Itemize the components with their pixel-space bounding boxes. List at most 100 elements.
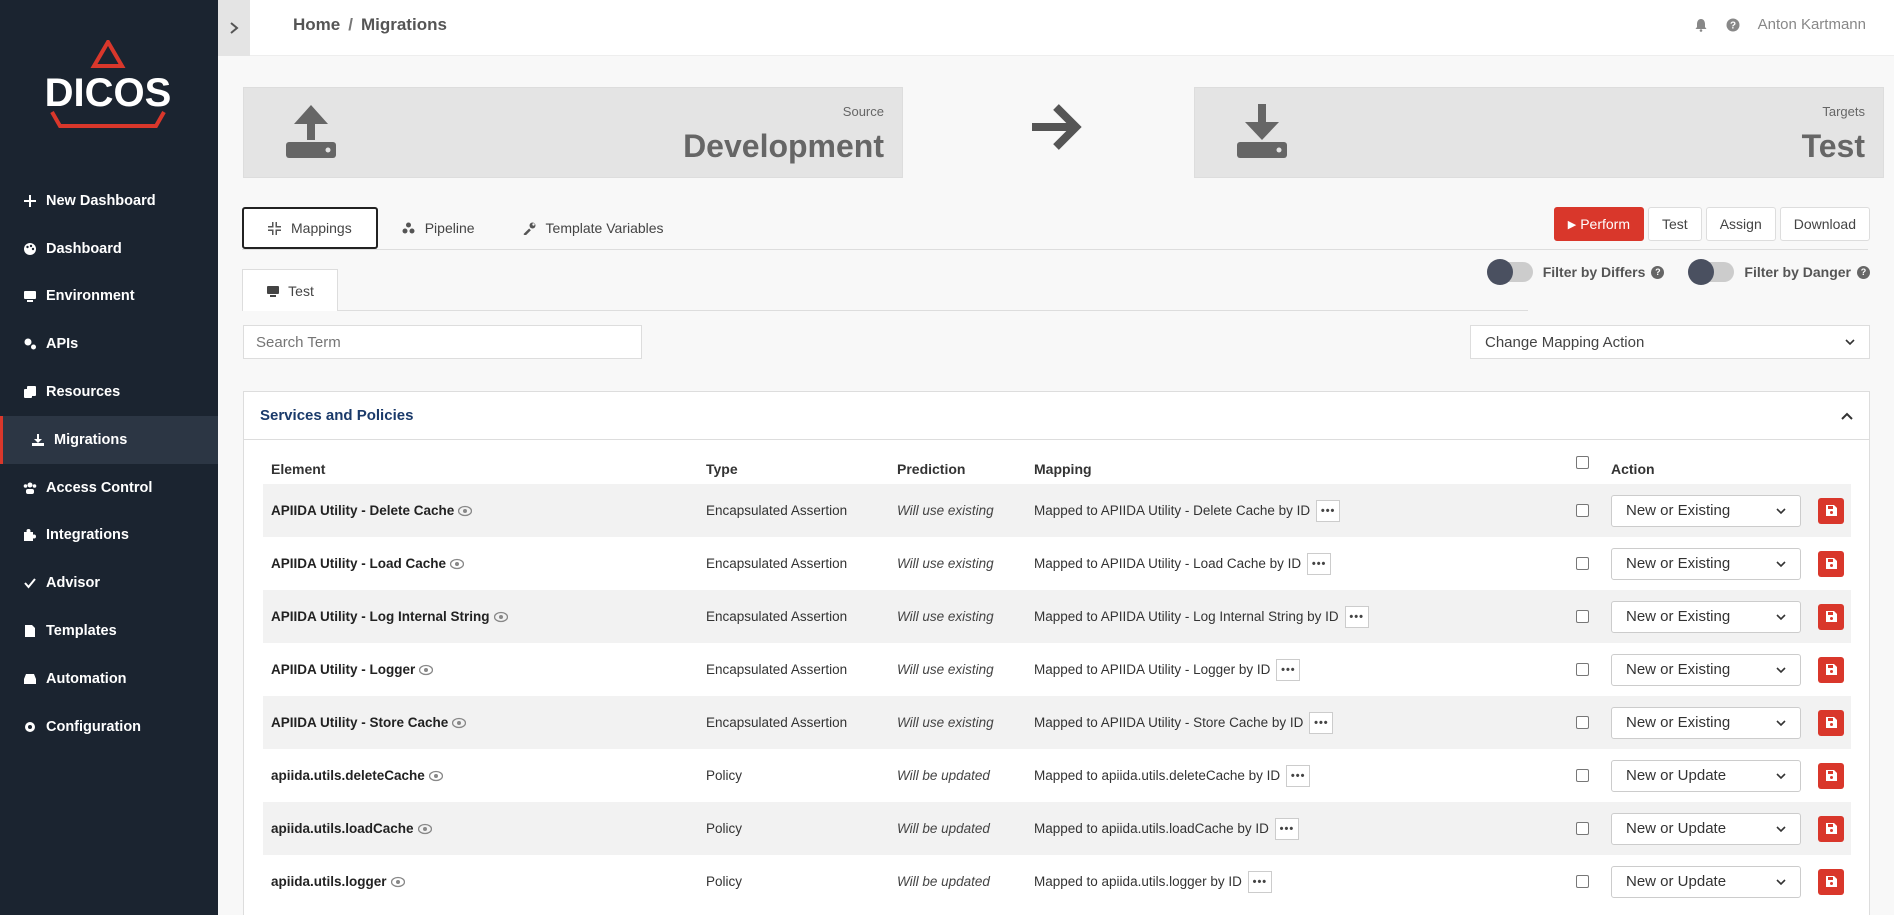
sidebar-item-environment[interactable]: Environment [0, 273, 218, 321]
element-name[interactable]: APIIDA Utility - Delete Cache [271, 484, 473, 537]
mapping-cell: Mapped to APIIDA Utility - Log Internal … [1034, 590, 1369, 643]
table-row: apiida.utils.deleteCache Policy Will be up… [263, 749, 1851, 802]
row-checkbox[interactable] [1576, 590, 1589, 643]
save-button[interactable] [1818, 643, 1844, 696]
filter-differs-toggle[interactable] [1486, 259, 1533, 285]
sidebar-item-advisor[interactable]: Advisor [0, 559, 218, 607]
bell-icon[interactable] [1694, 18, 1708, 32]
perform-button[interactable]: ▶ Perform [1553, 207, 1645, 241]
element-name[interactable]: apiida.utils.logger [271, 855, 405, 908]
tab-mappings[interactable]: Mappings [242, 207, 378, 249]
test-button[interactable]: Test [1648, 207, 1702, 241]
save-button[interactable] [1818, 696, 1844, 749]
eye-icon[interactable] [458, 505, 473, 517]
row-checkbox[interactable] [1576, 855, 1589, 908]
eye-icon[interactable] [450, 558, 465, 570]
save-button[interactable] [1818, 802, 1844, 855]
action-select[interactable]: New or Update [1611, 855, 1801, 908]
puzzle-icon [22, 527, 38, 543]
subtab-label: Test [288, 282, 314, 299]
sidebar-item-apis[interactable]: APIs [0, 320, 218, 368]
save-button[interactable] [1818, 855, 1844, 908]
prediction: Will use existing [897, 503, 994, 518]
eye-icon[interactable] [452, 717, 467, 729]
tab-template-variables[interactable]: Template Variables [499, 207, 688, 249]
save-button[interactable] [1818, 749, 1844, 802]
element-name[interactable]: APIIDA Utility - Logger [271, 643, 434, 696]
sidebar-item-configuration[interactable]: Configuration [0, 703, 218, 751]
sidebar-item-dashboard[interactable]: Dashboard [0, 225, 218, 273]
top-right-controls: ? Anton Kartmann [1694, 16, 1866, 33]
action-select[interactable]: New or Existing [1611, 484, 1801, 537]
eye-icon[interactable] [419, 664, 434, 676]
action-select[interactable]: New or Existing [1611, 537, 1801, 590]
sidebar-item-access-control[interactable]: Access Control [0, 464, 218, 512]
more-options-button[interactable]: ••• [1276, 658, 1301, 681]
sidebar-toggle-button[interactable] [218, 0, 250, 56]
breadcrumb-home[interactable]: Home [293, 15, 340, 34]
card-header[interactable]: Services and Policies [244, 392, 1869, 440]
user-name[interactable]: Anton Kartmann [1758, 16, 1866, 33]
sidebar-item-label: Advisor [46, 575, 100, 592]
save-button[interactable] [1818, 484, 1844, 537]
tab-pipeline[interactable]: Pipeline [378, 207, 499, 249]
search-input[interactable] [243, 325, 642, 359]
filter-danger-toggle[interactable] [1688, 259, 1735, 285]
more-options-button[interactable]: ••• [1247, 870, 1272, 893]
more-options-button[interactable]: ••• [1286, 764, 1311, 787]
more-options-button[interactable]: ••• [1307, 552, 1332, 575]
element-name[interactable]: APIIDA Utility - Load Cache [271, 537, 465, 590]
more-options-button[interactable]: ••• [1316, 499, 1341, 522]
play-icon: ▶ [1567, 218, 1577, 231]
help-icon[interactable]: ? [1651, 265, 1665, 279]
action-select[interactable]: New or Existing [1611, 643, 1801, 696]
mapping-text: Mapped to APIIDA Utility - Load Cache by… [1034, 556, 1302, 571]
row-checkbox[interactable] [1576, 749, 1589, 802]
dicos-logo[interactable]: DICOS [38, 40, 178, 130]
more-options-button[interactable]: ••• [1274, 817, 1299, 840]
help-icon[interactable]: ? [1726, 18, 1740, 32]
action-select[interactable]: New or Update [1611, 749, 1801, 802]
element-name[interactable]: apiida.utils.loadCache [271, 802, 432, 855]
change-mapping-action-select[interactable]: Change Mapping Action [1470, 325, 1870, 359]
action-select[interactable]: New or Update [1611, 802, 1801, 855]
chevron-down-icon [1845, 339, 1855, 346]
sidebar-item-new-dashboard[interactable]: New Dashboard [0, 177, 218, 225]
chevron-up-icon[interactable] [1841, 412, 1853, 420]
sidebar-item-automation[interactable]: Automation [0, 655, 218, 703]
eye-icon[interactable] [390, 876, 405, 888]
eye-icon[interactable] [417, 823, 432, 835]
select-all-checkbox[interactable] [1576, 456, 1589, 469]
eye-icon[interactable] [428, 770, 443, 782]
action-select[interactable]: New or Existing [1611, 696, 1801, 749]
row-checkbox[interactable] [1576, 484, 1589, 537]
more-options-button[interactable]: ••• [1309, 711, 1334, 734]
eye-icon[interactable] [493, 611, 508, 623]
save-button[interactable] [1818, 590, 1844, 643]
action-select[interactable]: New or Existing [1611, 590, 1801, 643]
element-name[interactable]: APIIDA Utility - Store Cache [271, 696, 467, 749]
prediction: Will be updated [897, 874, 990, 889]
help-icon[interactable]: ? [1857, 265, 1870, 279]
element-name[interactable]: APIIDA Utility - Log Internal String [271, 590, 508, 643]
row-checkbox[interactable] [1576, 537, 1589, 590]
element-name[interactable]: apiida.utils.deleteCache [271, 749, 443, 802]
download-button[interactable]: Download [1779, 207, 1870, 241]
tab-target-test[interactable]: Test [242, 269, 338, 311]
save-icon [1825, 611, 1837, 622]
main-tabs: Mappings Pipeline Template Variables [242, 207, 688, 249]
assign-button[interactable]: Assign [1705, 207, 1776, 241]
tab-label: Mappings [291, 220, 352, 236]
sidebar-item-migrations[interactable]: Migrations [0, 415, 218, 464]
more-options-button[interactable]: ••• [1344, 605, 1369, 628]
monitor-icon [22, 288, 38, 304]
save-button[interactable] [1818, 537, 1844, 590]
chevron-down-icon [1776, 560, 1786, 567]
sidebar-item-templates[interactable]: Templates [0, 607, 218, 655]
sidebar-item-integrations[interactable]: Integrations [0, 512, 218, 560]
row-checkbox[interactable] [1576, 643, 1589, 696]
action-buttons: ▶ Perform Test Assign Download [1553, 207, 1870, 241]
sidebar-item-resources[interactable]: Resources [0, 368, 218, 416]
row-checkbox[interactable] [1576, 802, 1589, 855]
row-checkbox[interactable] [1576, 696, 1589, 749]
